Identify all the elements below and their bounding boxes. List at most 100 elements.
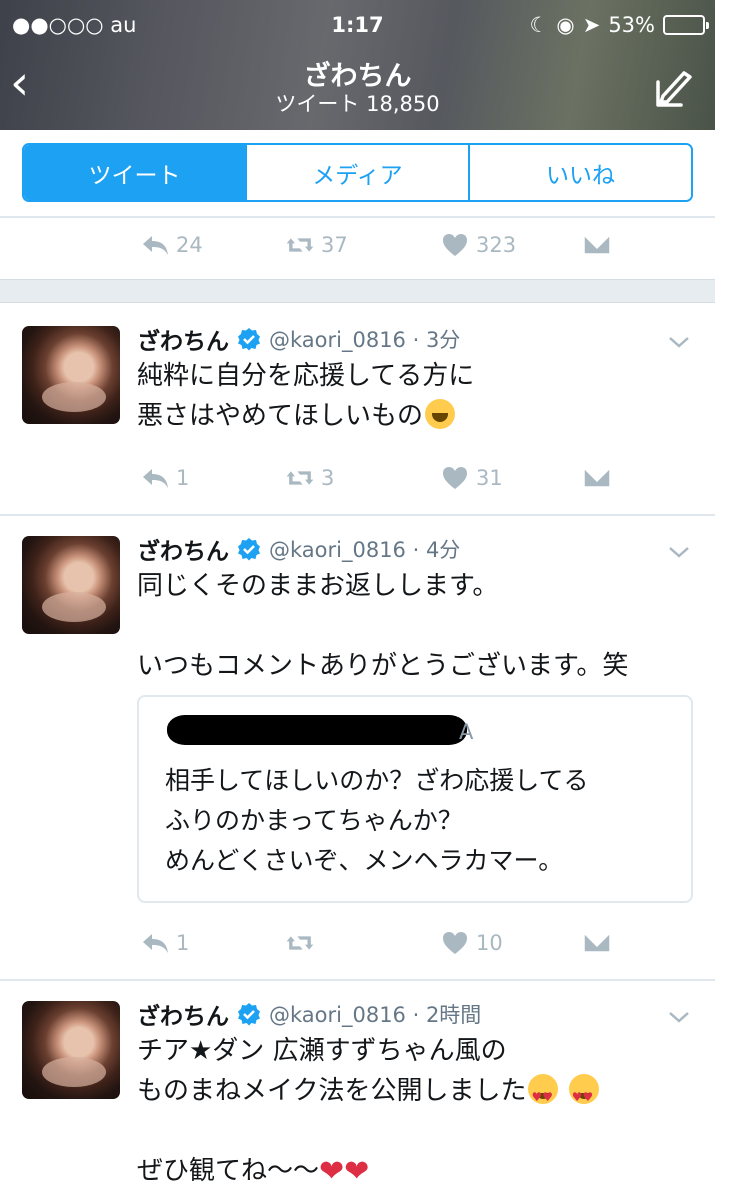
retweet-icon (286, 238, 314, 252)
like-count: 323 (476, 233, 517, 257)
dm-icon (583, 932, 611, 953)
side-rail (715, 0, 750, 1198)
like-button[interactable]: 323 (440, 228, 516, 262)
status-right-group: ☾ ◉ ➤ 53% (529, 13, 709, 37)
reply-button[interactable]: 24 (140, 228, 203, 262)
quoted-tweet[interactable]: A 相手してほしいのか？ざわ応援してる ふりのかまってちゃんか？ めんどくさいぞ… (137, 695, 693, 903)
dm-button[interactable] (582, 926, 612, 960)
retweet-button[interactable]: 3 (285, 461, 334, 495)
status-bar: ●●○○○ au 1:17 ☾ ◉ ➤ 53% (0, 10, 715, 46)
retweet-count: 3 (321, 466, 335, 490)
tweet-line: 悪さはやめてほしいもの (137, 401, 424, 431)
heart-eyes-emoji-icon (568, 1074, 599, 1117)
tab-media[interactable]: メディア (247, 145, 470, 200)
reply-button[interactable]: 1 (140, 461, 189, 495)
twitter-profile-screen: ●●○○○ au 1:17 ☾ ◉ ➤ 53% ‹ ざわちん ツイート 18,8… (0, 0, 750, 1198)
red-heart-emoji-icon: ❤ (319, 1154, 345, 1189)
chevron-down-icon[interactable] (667, 544, 691, 560)
chevron-down-icon[interactable] (667, 334, 691, 350)
heart-icon (443, 932, 467, 954)
dm-icon (583, 467, 611, 488)
user-name[interactable]: ざわちん (137, 322, 229, 356)
verified-badge-icon (238, 328, 260, 351)
verified-badge-icon (238, 1003, 260, 1026)
avatar[interactable] (22, 326, 120, 424)
tweet-1[interactable]: ざわちん @kaori_0816 · 3分 純粋に自分を応援してる方に 悪さはや… (0, 304, 715, 514)
reply-count: 1 (176, 931, 190, 955)
user-handle-time: @kaori_0816 · 3分 (269, 328, 461, 352)
tweet-line-with-emoji: ものまねメイク法を公開しました (137, 1071, 599, 1117)
tweet-header: ざわちん @kaori_0816 · 2時間 (137, 997, 481, 1031)
retweet-icon (286, 936, 314, 950)
like-count: 31 (476, 466, 503, 490)
chevron-down-icon[interactable] (667, 1009, 691, 1025)
tweet-text: 純粋に自分を応援してる方に 悪さはやめてほしいもの (137, 356, 474, 436)
reply-icon (143, 469, 168, 488)
avatar[interactable] (22, 536, 120, 634)
rotation-lock-icon: ◉ (556, 13, 575, 37)
reply-icon (143, 236, 168, 255)
quote-line: 相手してほしいのか？ざわ応援してる (165, 766, 589, 795)
profile-header: ●●○○○ au 1:17 ☾ ◉ ➤ 53% ‹ ざわちん ツイート 18,8… (0, 0, 715, 130)
reply-count: 24 (176, 233, 203, 257)
user-handle-time: @kaori_0816 · 4分 (269, 538, 461, 562)
tweet-count: ツイート 18,850 (275, 92, 440, 116)
profile-tabs: ツイート メディア いいね (22, 143, 693, 202)
retweet-count: 37 (321, 233, 348, 257)
quoted-author-tail: A (459, 720, 474, 744)
divider (0, 216, 715, 218)
verified-badge-icon (238, 538, 260, 561)
user-name[interactable]: ざわちん (137, 532, 229, 566)
retweet-button[interactable] (285, 926, 321, 960)
tweet-actions: 1 10 (140, 926, 620, 960)
quoted-tweet-text: 相手してほしいのか？ざわ応援してる ふりのかまってちゃんか？ めんどくさいぞ、メ… (165, 761, 589, 881)
section-gap (0, 279, 715, 303)
tweet-text: チア★ダン 広瀬すずちゃん風の ものまねメイク法を公開しました ぜひ観てね〜〜❤… (137, 1031, 599, 1191)
heart-icon (443, 234, 467, 256)
tweet-line: 同じくそのままお返しします。 (137, 571, 499, 601)
tab-likes[interactable]: いいね (470, 145, 691, 200)
heart-icon (443, 467, 467, 489)
tweet-3[interactable]: ざわちん @kaori_0816 · 2時間 チア★ダン 広瀬すずちゃん風の も… (0, 981, 715, 1198)
tears-of-joy-emoji-icon (425, 399, 456, 429)
reply-button[interactable]: 1 (140, 926, 189, 960)
reply-count: 1 (176, 466, 190, 490)
battery-percent: 53% (608, 13, 655, 37)
tweet-line: ぜひ観てね〜〜 (137, 1156, 320, 1186)
tweet-header: ざわちん @kaori_0816 · 4分 (137, 532, 460, 566)
reply-icon (143, 934, 168, 953)
battery-icon (663, 15, 709, 35)
red-heart-emoji-icon: ❤ (344, 1154, 370, 1189)
dm-icon (583, 234, 611, 255)
quote-line: めんどくさいぞ、メンヘラカマー。 (165, 846, 564, 875)
dm-button[interactable] (582, 461, 612, 495)
user-name[interactable]: ざわちん (137, 997, 229, 1031)
location-icon: ➤ (582, 13, 601, 37)
dm-button[interactable] (582, 228, 612, 262)
compose-icon[interactable] (655, 69, 695, 109)
retweet-icon (286, 471, 314, 485)
user-handle-time: @kaori_0816 · 2時間 (269, 1003, 482, 1027)
like-count: 10 (476, 931, 503, 955)
tab-tweets[interactable]: ツイート (24, 145, 247, 200)
tweet-line: ものまねメイク法を公開しました (137, 1076, 527, 1106)
quote-line: ふりのかまってちゃんか？ (165, 806, 463, 835)
avatar[interactable] (22, 1001, 120, 1099)
tweet-line-with-emoji: 悪さはやめてほしいもの (137, 396, 474, 436)
tweet-actions: 1 3 31 (140, 461, 620, 495)
tweet-line: 純粋に自分を応援してる方に (137, 361, 475, 391)
tweet-line: いつもコメントありがとうございます。笑 (137, 651, 629, 681)
tweet-header: ざわちん @kaori_0816 · 3分 (137, 322, 460, 356)
tweet-line-with-emoji: ぜひ観てね〜〜❤❤ (137, 1151, 599, 1191)
prev-tweet-actions: 24 37 323 (140, 228, 620, 262)
like-button[interactable]: 10 (440, 926, 503, 960)
redacted-author (167, 715, 467, 745)
heart-eyes-emoji-icon (528, 1074, 559, 1117)
retweet-button[interactable]: 37 (285, 228, 348, 262)
moon-icon: ☾ (529, 13, 549, 37)
like-button[interactable]: 31 (440, 461, 503, 495)
navigation-bar: ‹ ざわちん ツイート 18,850 (0, 42, 715, 130)
tweet-text: 同じくそのままお返しします。 いつもコメントありがとうございます。笑 (137, 566, 628, 686)
